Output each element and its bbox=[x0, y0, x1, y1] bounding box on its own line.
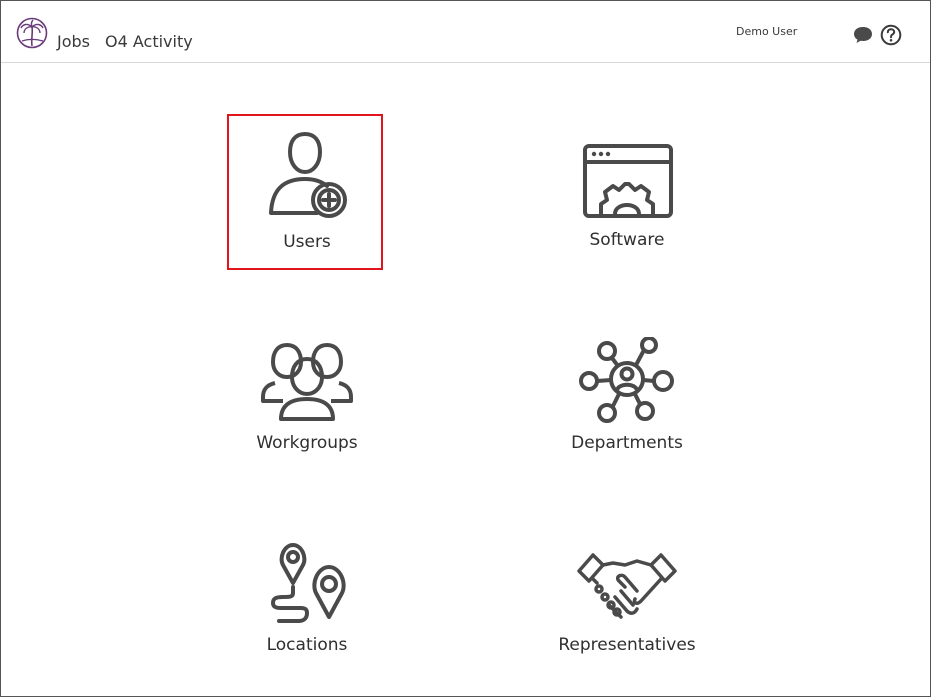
tile-locations-label: Locations bbox=[266, 635, 348, 655]
tile-departments-label: Departments bbox=[571, 433, 683, 453]
tile-departments[interactable]: Departments bbox=[517, 319, 737, 479]
group-people-icon bbox=[261, 343, 353, 421]
handshake-icon bbox=[577, 553, 677, 619]
top-header: Jobs O4 Activity Demo User bbox=[1, 1, 930, 63]
tile-software-label: Software bbox=[589, 230, 665, 250]
user-name[interactable]: Demo User bbox=[736, 25, 797, 38]
tile-workgroups-label: Workgroups bbox=[256, 433, 358, 453]
tile-representatives[interactable]: Representatives bbox=[517, 521, 737, 681]
chat-icon[interactable] bbox=[852, 25, 874, 45]
nav-o4-activity-link[interactable]: O4 Activity bbox=[105, 32, 193, 51]
tile-workgroups[interactable]: Workgroups bbox=[197, 319, 417, 479]
tile-locations[interactable]: Locations bbox=[197, 521, 417, 681]
palm-tree-logo[interactable] bbox=[16, 17, 48, 49]
department-network-icon bbox=[579, 337, 674, 423]
software-gear-window-icon bbox=[583, 144, 673, 218]
tile-users-label: Users bbox=[283, 232, 331, 252]
tile-software[interactable]: Software bbox=[517, 114, 737, 274]
tile-representatives-label: Representatives bbox=[558, 635, 696, 655]
help-icon[interactable] bbox=[880, 24, 902, 46]
tile-users[interactable]: Users bbox=[227, 114, 383, 270]
app-window: Jobs O4 Activity Demo User Users Softwar… bbox=[0, 0, 931, 697]
nav-jobs-link[interactable]: Jobs bbox=[57, 32, 90, 51]
map-pins-route-icon bbox=[271, 543, 346, 623]
user-add-icon bbox=[269, 132, 347, 218]
